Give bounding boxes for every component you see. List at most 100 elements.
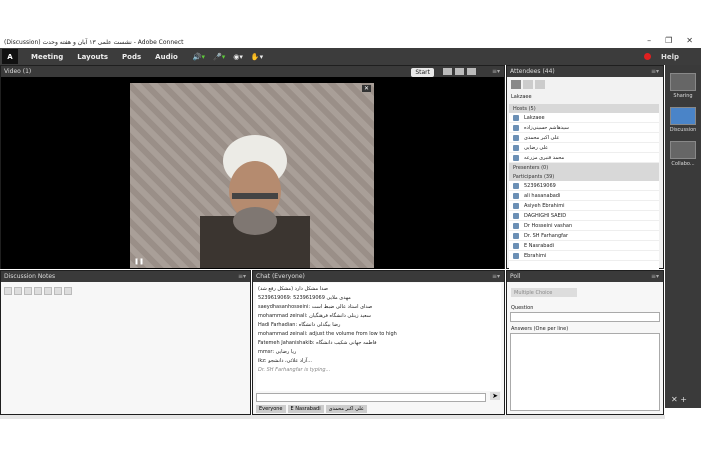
hosts-group-header[interactable]: Hosts (5)	[509, 104, 659, 113]
breakout-view-icon[interactable]	[523, 80, 533, 89]
list-icon[interactable]	[64, 287, 72, 295]
poll-title: Poll	[510, 273, 521, 280]
layout-thumbnail	[670, 73, 696, 91]
attendee-list: Hosts (5) Lakzaee سیدهاشم حسینی‌زاده علی…	[509, 104, 659, 269]
close-sidebar-icon[interactable]: ✕	[671, 395, 678, 404]
attendee-row[interactable]: Ebrahimi	[509, 251, 659, 261]
participant-icon	[513, 212, 519, 219]
presenters-group-header[interactable]: Presenters (0)	[509, 163, 659, 172]
attendee-row[interactable]: Lakzaee	[509, 113, 659, 123]
window-titlebar: (Discussion) نشست علمی ۱۳ آبان و هفته وح…	[0, 36, 701, 48]
italic-icon[interactable]	[34, 287, 42, 295]
attendee-row[interactable]: سیدهاشم حسینی‌زاده	[509, 123, 659, 133]
redo-icon[interactable]	[14, 287, 22, 295]
notes-toolbar	[4, 287, 72, 295]
speaker-icon[interactable]: 🔊▾	[193, 53, 205, 61]
layout-collaboration[interactable]: Collabo...	[665, 141, 701, 167]
chat-input[interactable]	[256, 393, 486, 402]
layout-thumbnail	[670, 107, 696, 125]
chat-tab-private[interactable]: علی اکبر محمدی	[325, 405, 367, 413]
color-icon[interactable]	[54, 287, 62, 295]
layout-sharing[interactable]: Sharing	[665, 73, 701, 99]
chat-message: mmsr: ریا رضایی	[258, 349, 297, 355]
attendee-row[interactable]: E Nasrabadi	[509, 241, 659, 251]
webcam-icon[interactable]: ◉▾	[233, 53, 243, 61]
attendee-row[interactable]: DAGHIGHI SAEID	[509, 211, 659, 221]
status-view-icon[interactable]	[535, 80, 545, 89]
chat-message: mohammad zeinali: adjust the volume from…	[258, 331, 397, 337]
attendees-count: (44)	[542, 68, 555, 75]
menu-layouts[interactable]: Layouts	[77, 53, 108, 61]
host-icon	[513, 144, 519, 151]
attendee-row[interactable]: Dr. SH Farhangfar	[509, 231, 659, 241]
grid-layout-icon[interactable]	[443, 68, 452, 75]
attendee-row[interactable]: Dr Hosseini vashan	[509, 221, 659, 231]
sort-label[interactable]: Lakzaee	[511, 94, 532, 100]
layout-thumbnail	[670, 141, 696, 159]
answers-label: Answers (One per line)	[511, 326, 569, 332]
pause-icon[interactable]: ❚❚	[134, 258, 144, 265]
attendee-row[interactable]: علی رضایی	[509, 143, 659, 153]
menu-meeting[interactable]: Meeting	[31, 53, 63, 61]
host-icon	[513, 114, 519, 121]
participant-icon	[513, 232, 519, 239]
poll-mode-select[interactable]: Multiple Choice	[511, 288, 577, 297]
add-layout-icon[interactable]: +	[680, 395, 687, 404]
chat-tab-private[interactable]: E Nasrabadi	[287, 405, 324, 413]
chat-messages: صدا مشکل دارد (مشکل رفع شد) 5239619069: …	[256, 283, 501, 391]
video-stage: ❚❚ ✕	[1, 77, 504, 269]
layout-discussion[interactable]: Discussion	[665, 107, 701, 133]
participants-group-header[interactable]: Participants (39)	[509, 172, 659, 181]
send-icon[interactable]: ➤	[490, 392, 500, 400]
host-icon	[513, 134, 519, 141]
menu-audio[interactable]: Audio	[155, 53, 178, 61]
question-input[interactable]	[510, 312, 660, 322]
speaker-figure	[200, 135, 310, 268]
pod-menu-icon[interactable]: ≡▾	[651, 68, 659, 75]
attendee-row[interactable]: علی اکبر محمدی	[509, 133, 659, 143]
chat-tab-everyone[interactable]: Everyone	[256, 405, 286, 413]
close-icon[interactable]: ✕	[686, 36, 693, 45]
microphone-icon[interactable]: 🎤▾	[213, 53, 225, 61]
filmstrip-layout-icon[interactable]	[455, 68, 464, 75]
pod-menu-icon[interactable]: ≡▾	[492, 68, 500, 75]
attendee-view-icons	[511, 80, 545, 89]
pod-menu-icon[interactable]: ≡▾	[492, 273, 500, 280]
attendee-row[interactable]: ali hasanabadi	[509, 191, 659, 201]
attendee-row[interactable]: محمد قنبری مزرعه	[509, 153, 659, 163]
menu-bar: A Meeting Layouts Pods Audio 🔊▾ 🎤▾ ◉▾ ✋▾…	[0, 48, 701, 65]
minimize-icon[interactable]: –	[647, 36, 651, 45]
attendee-row[interactable]: Asiyeh Ebrahimi	[509, 201, 659, 211]
answers-input[interactable]	[510, 333, 660, 411]
list-view-icon[interactable]	[511, 80, 521, 89]
notes-pod: Discussion Notes ≡▾	[0, 270, 251, 415]
underline-icon[interactable]	[44, 287, 52, 295]
chat-message: 5239619069: 5239619069 مهدی ملایی	[258, 295, 351, 301]
attendee-row[interactable]: 5239619069	[509, 181, 659, 191]
pod-menu-icon[interactable]: ≡▾	[238, 273, 246, 280]
chat-pod: Chat (Everyone) ≡▾ صدا مشکل دارد (مشکل ر…	[252, 270, 505, 415]
help-menu[interactable]: Help	[661, 53, 679, 61]
pod-menu-icon[interactable]: ≡▾	[651, 273, 659, 280]
raise-hand-icon[interactable]: ✋▾	[251, 53, 263, 61]
window-title: (Discussion) نشست علمی ۱۳ آبان و هفته وح…	[4, 38, 184, 46]
restore-icon[interactable]: ❐	[665, 36, 672, 45]
layouts-sidebar: Sharing Discussion Collabo... ✕ +	[665, 65, 701, 408]
window-controls: – ❐ ✕	[647, 36, 693, 45]
video-pod-header: Video (1) Start ≡▾	[1, 66, 504, 77]
adobe-logo-icon: A	[2, 49, 18, 64]
bold-icon[interactable]	[24, 287, 32, 295]
fullscreen-icon[interactable]	[467, 68, 476, 75]
chat-scope: (Everyone)	[271, 273, 305, 280]
chat-message: صدا مشکل دارد (مشکل رفع شد)	[258, 286, 329, 292]
chat-header: Chat (Everyone) ≡▾	[253, 271, 504, 282]
typing-indicator: Dr. SH Farhangfar is typing...	[258, 367, 331, 373]
webcam-feed: ❚❚ ✕	[130, 83, 374, 268]
undo-icon[interactable]	[4, 287, 12, 295]
menu-pods[interactable]: Pods	[122, 53, 141, 61]
close-video-icon[interactable]: ✕	[361, 85, 371, 92]
chat-message: Hadi Farhadian: رضا بیگدلی دانشگاه	[258, 322, 341, 328]
participant-icon	[513, 192, 519, 199]
start-video-button[interactable]: Start	[411, 68, 434, 77]
chat-tabs: Everyone E Nasrabadi علی اکبر محمدی	[256, 405, 367, 413]
